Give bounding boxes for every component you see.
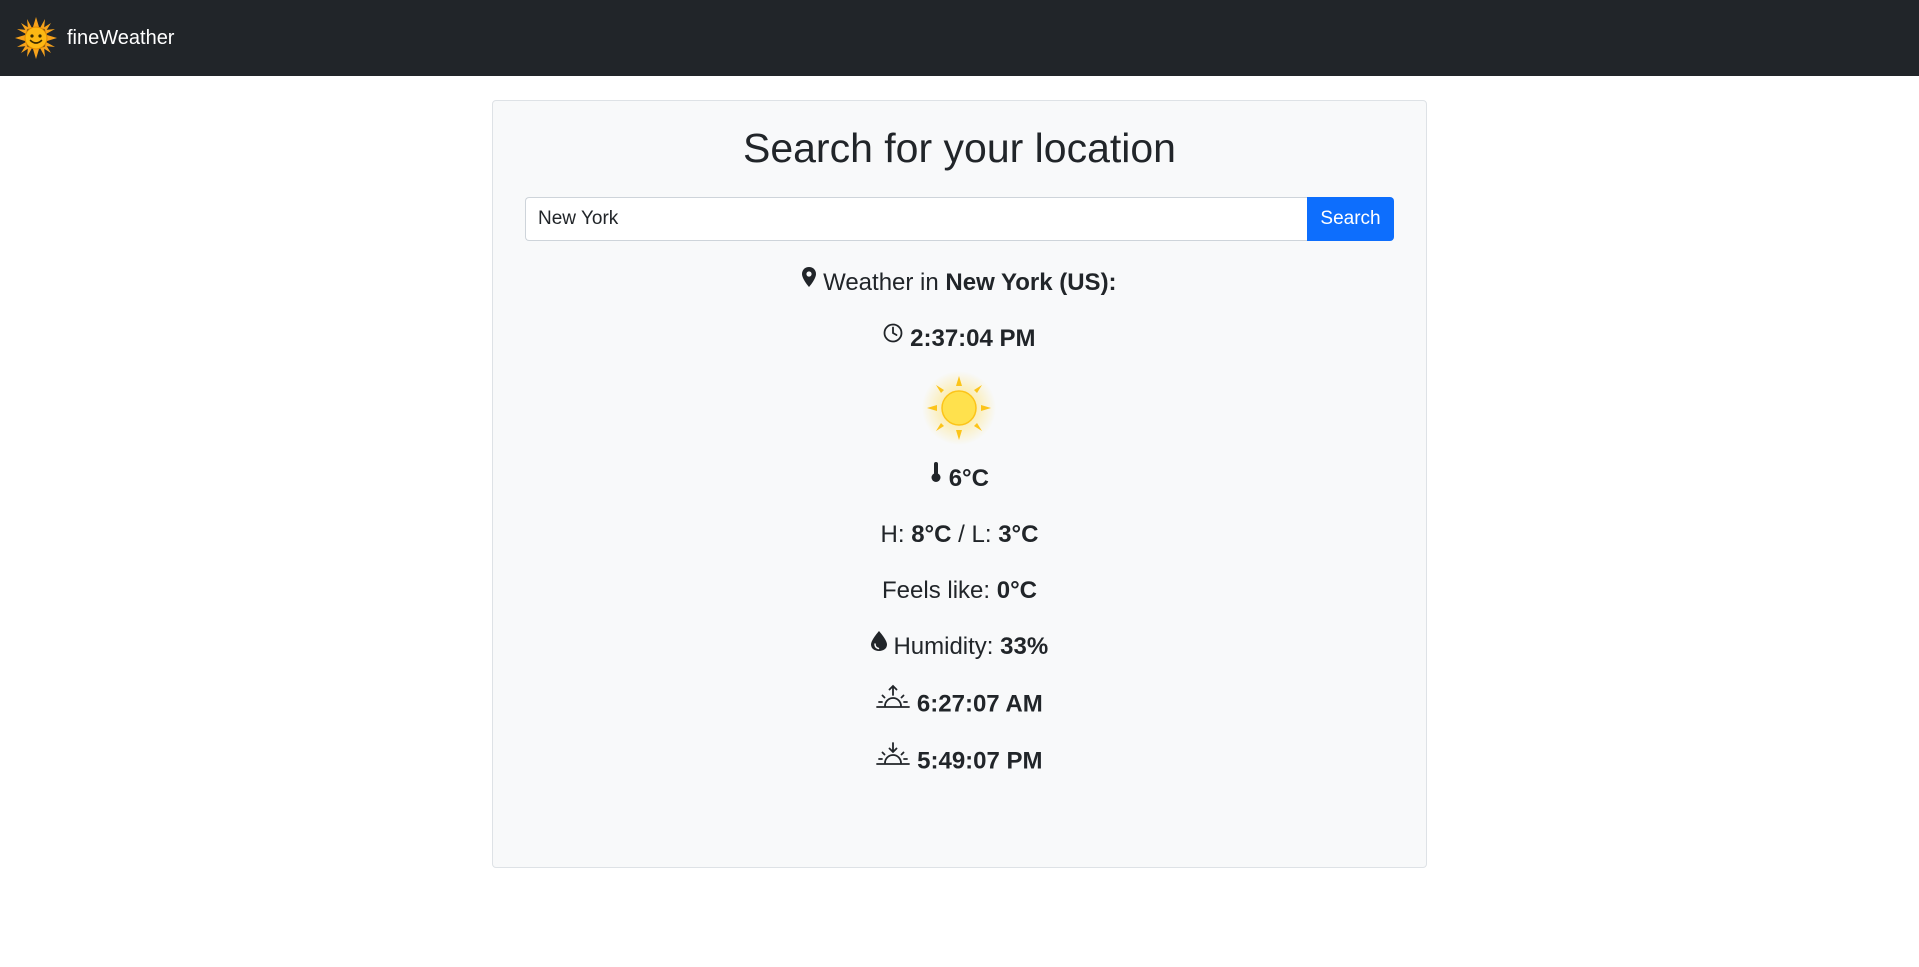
sunrise-line: 6:27:07 AM xyxy=(0,684,1919,722)
location-name: New York (US): xyxy=(945,269,1117,296)
humidity-prefix: Humidity: xyxy=(893,633,994,660)
low-value: 3°C xyxy=(998,521,1039,548)
temperature-line: 6°C xyxy=(0,461,1919,495)
feels-like-prefix: Feels like: xyxy=(882,577,991,604)
feels-like-value: 0°C xyxy=(996,577,1037,604)
droplet-icon xyxy=(870,629,887,659)
sunset-icon xyxy=(876,741,911,775)
search-form: Search xyxy=(525,197,1394,241)
map-pin-icon xyxy=(802,265,817,295)
brand-link[interactable]: fineWeather xyxy=(14,16,174,60)
time-line: 2:37:04 PM xyxy=(0,321,1919,355)
sun-face-icon xyxy=(14,16,58,60)
temperature-value: 6°C xyxy=(948,465,989,492)
page-title: Search for your location xyxy=(742,125,1176,171)
high-value: 8°C xyxy=(911,521,952,548)
clock-icon xyxy=(883,321,903,351)
humidity-line: Humidity: 33% xyxy=(0,629,1919,663)
low-prefix: / L: xyxy=(958,521,992,548)
sunrise-icon xyxy=(876,684,911,718)
thermometer-icon xyxy=(930,461,942,491)
location-line: Weather in New York (US): xyxy=(0,265,1919,299)
location-prefix: Weather in xyxy=(823,269,939,296)
search-input[interactable] xyxy=(525,197,1307,241)
search-button[interactable]: Search xyxy=(1307,197,1394,241)
brand-name: fineWeather xyxy=(67,26,175,49)
local-time: 2:37:04 PM xyxy=(910,325,1036,352)
sunset-time: 5:49:07 PM xyxy=(917,747,1043,775)
high-low-line: H: 8°C / L: 3°C xyxy=(0,520,1919,550)
sunny-icon xyxy=(921,370,997,446)
feels-like-line: Feels like: 0°C xyxy=(0,576,1919,606)
navbar: fineWeather xyxy=(0,0,1919,76)
humidity-value: 33% xyxy=(1000,633,1049,660)
high-prefix: H: xyxy=(880,521,905,548)
sunrise-time: 6:27:07 AM xyxy=(916,690,1043,718)
sunset-line: 5:49:07 PM xyxy=(0,742,1919,779)
